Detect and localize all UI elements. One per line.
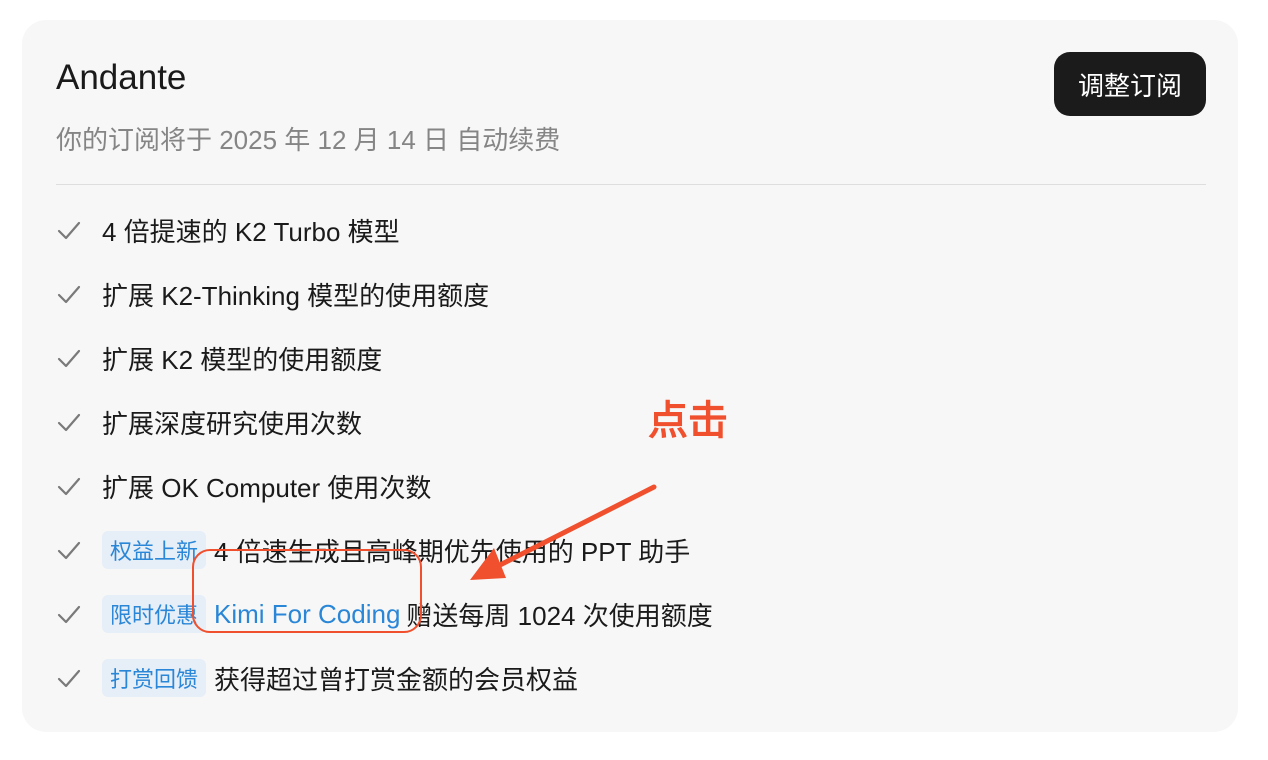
arrow-icon	[470, 484, 657, 580]
